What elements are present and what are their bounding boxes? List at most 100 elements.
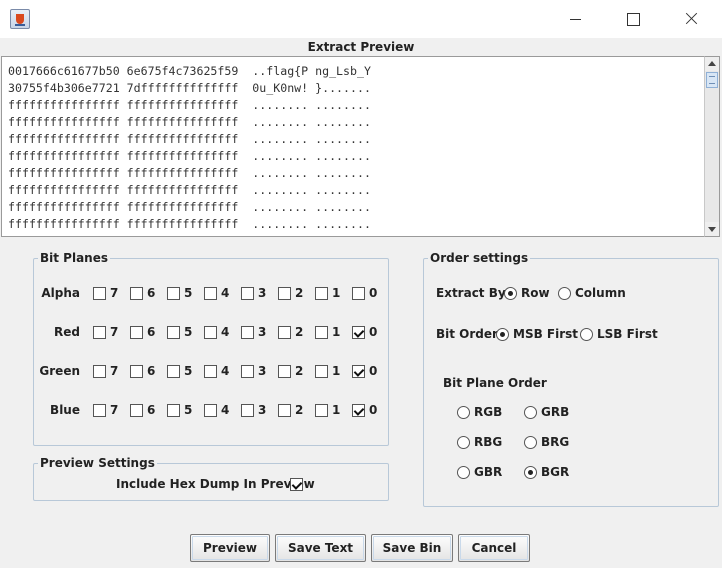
red-bit-3-checkbox[interactable]	[241, 326, 254, 339]
green-bit-2-checkbox[interactable]	[278, 365, 291, 378]
scroll-thumb[interactable]	[706, 72, 718, 88]
preview-button[interactable]: Preview	[190, 534, 270, 562]
scroll-down-icon[interactable]	[705, 222, 719, 236]
preview-settings-group: Preview Settings Include Hex Dump In Pre…	[33, 456, 389, 501]
alpha-bit-1-checkbox[interactable]	[315, 287, 328, 300]
hex-dump-checkbox[interactable]	[290, 478, 303, 491]
blue-bit-1-checkbox[interactable]	[315, 404, 328, 417]
blue-bit-5-checkbox[interactable]	[167, 404, 180, 417]
extract-by-column-radio[interactable]	[558, 287, 571, 300]
blue-bit-7-label: 7	[110, 403, 119, 417]
bit-plane-order-label: Bit Plane Order	[443, 376, 547, 390]
order-bgr-label: BGR	[541, 465, 570, 479]
preview-settings-title: Preview Settings	[38, 456, 157, 470]
blue-bit-0-checkbox[interactable]	[352, 404, 365, 417]
lsb-first-radio[interactable]	[580, 328, 593, 341]
green-bit-1-label: 1	[332, 364, 341, 378]
red-bit-0-checkbox[interactable]	[352, 326, 365, 339]
alpha-bit-7-label: 7	[110, 286, 119, 300]
red-bit-4-checkbox[interactable]	[204, 326, 217, 339]
channel-label-blue: Blue	[50, 403, 80, 417]
green-bit-6-checkbox[interactable]	[130, 365, 143, 378]
alpha-bit-7-checkbox[interactable]	[93, 287, 106, 300]
green-bit-1-checkbox[interactable]	[315, 365, 328, 378]
java-app-icon	[10, 9, 30, 29]
alpha-bit-5-label: 5	[184, 286, 193, 300]
blue-bit-6-label: 6	[147, 403, 156, 417]
blue-bit-2-checkbox[interactable]	[278, 404, 291, 417]
preview-line: ffffffffffffffff ffffffffffffffff ......…	[8, 98, 371, 112]
red-bit-5-checkbox[interactable]	[167, 326, 180, 339]
red-bit-3-label: 3	[258, 325, 267, 339]
maximize-icon[interactable]	[610, 4, 656, 34]
order-grb-label: GRB	[541, 405, 570, 419]
close-icon[interactable]	[668, 4, 714, 34]
green-bit-4-label: 4	[221, 364, 230, 378]
alpha-bit-4-checkbox[interactable]	[204, 287, 217, 300]
hex-dump-label: Include Hex Dump In Preview	[116, 477, 315, 491]
alpha-bit-4-label: 4	[221, 286, 230, 300]
order-settings-group: Order settings Extract By Row Column Bit…	[423, 251, 719, 507]
extract-by-row-radio[interactable]	[504, 287, 517, 300]
blue-bit-3-checkbox[interactable]	[241, 404, 254, 417]
channel-label-alpha: Alpha	[41, 286, 80, 300]
red-bit-7-label: 7	[110, 325, 119, 339]
blue-bit-1-label: 1	[332, 403, 341, 417]
scroll-up-icon[interactable]	[705, 57, 719, 71]
blue-bit-4-checkbox[interactable]	[204, 404, 217, 417]
green-bit-3-checkbox[interactable]	[241, 365, 254, 378]
order-gbr-radio[interactable]	[457, 466, 470, 479]
blue-bit-6-checkbox[interactable]	[130, 404, 143, 417]
cancel-button[interactable]: Cancel	[458, 534, 530, 562]
preview-line: ffffffffffffffff ffffffffffffffff ......…	[8, 233, 704, 236]
preview-text-area[interactable]: 0017666c61677b50 6e675f4c73625f59 ..flag…	[1, 56, 704, 237]
lsb-first-label: LSB First	[597, 327, 658, 341]
red-bit-2-label: 2	[295, 325, 304, 339]
preview-line: ffffffffffffffff ffffffffffffffff ......…	[8, 132, 371, 146]
blue-bit-5-label: 5	[184, 403, 193, 417]
alpha-bit-1-label: 1	[332, 286, 341, 300]
alpha-bit-5-checkbox[interactable]	[167, 287, 180, 300]
alpha-bit-3-checkbox[interactable]	[241, 287, 254, 300]
order-gbr-label: GBR	[474, 465, 503, 479]
alpha-bit-0-checkbox[interactable]	[352, 287, 365, 300]
red-bit-6-checkbox[interactable]	[130, 326, 143, 339]
green-bit-7-checkbox[interactable]	[93, 365, 106, 378]
minimize-icon[interactable]	[552, 4, 598, 34]
save-text-button[interactable]: Save Text	[275, 534, 366, 562]
order-rgb-radio[interactable]	[457, 406, 470, 419]
order-grb-radio[interactable]	[524, 406, 537, 419]
channel-label-green: Green	[39, 364, 80, 378]
extract-by-label: Extract By	[436, 286, 506, 300]
green-bit-5-label: 5	[184, 364, 193, 378]
bit-planes-title: Bit Planes	[38, 251, 111, 265]
save-bin-button[interactable]: Save Bin	[371, 534, 453, 562]
order-brg-radio[interactable]	[524, 436, 537, 449]
blue-bit-4-label: 4	[221, 403, 230, 417]
alpha-bit-6-checkbox[interactable]	[130, 287, 143, 300]
order-rbg-radio[interactable]	[457, 436, 470, 449]
alpha-bit-3-label: 3	[258, 286, 267, 300]
blue-bit-3-label: 3	[258, 403, 267, 417]
blue-bit-7-checkbox[interactable]	[93, 404, 106, 417]
red-bit-5-label: 5	[184, 325, 193, 339]
green-bit-0-label: 0	[369, 364, 378, 378]
preview-scrollbar[interactable]	[704, 56, 720, 237]
green-bit-4-checkbox[interactable]	[204, 365, 217, 378]
red-bit-2-checkbox[interactable]	[278, 326, 291, 339]
blue-bit-2-label: 2	[295, 403, 304, 417]
red-bit-1-checkbox[interactable]	[315, 326, 328, 339]
green-bit-0-checkbox[interactable]	[352, 365, 365, 378]
msb-first-radio[interactable]	[496, 328, 509, 341]
green-bit-7-label: 7	[110, 364, 119, 378]
alpha-bit-2-label: 2	[295, 286, 304, 300]
red-bit-7-checkbox[interactable]	[93, 326, 106, 339]
red-bit-1-label: 1	[332, 325, 341, 339]
green-bit-5-checkbox[interactable]	[167, 365, 180, 378]
msb-first-label: MSB First	[513, 327, 579, 341]
order-bgr-radio[interactable]	[524, 466, 537, 479]
preview-line: ffffffffffffffff ffffffffffffffff ......…	[8, 183, 371, 197]
preview-line: 30755f4b306e7721 7dffffffffffffff 0u_K0n…	[8, 81, 371, 95]
alpha-bit-2-checkbox[interactable]	[278, 287, 291, 300]
preview-line: ffffffffffffffff ffffffffffffffff ......…	[8, 149, 371, 163]
